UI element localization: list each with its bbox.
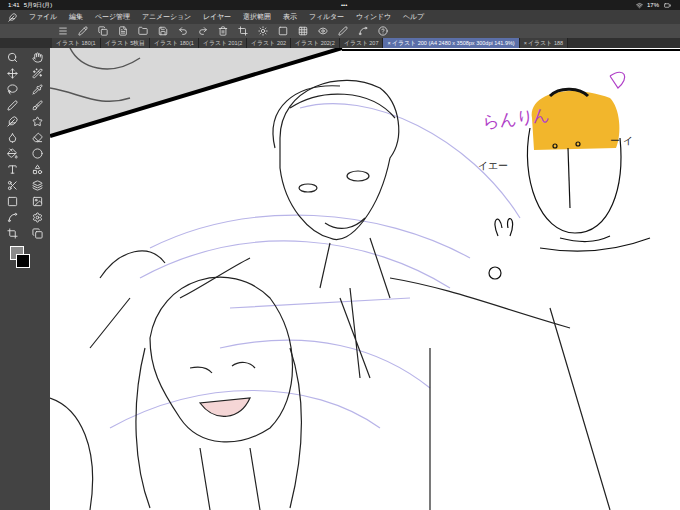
toolbar-icon[interactable]: [138, 26, 148, 36]
tool-icon[interactable]: [7, 68, 18, 79]
tool-icon[interactable]: [32, 116, 43, 127]
toolbar-icon[interactable]: [78, 26, 88, 36]
tool-icon[interactable]: [32, 196, 43, 207]
sub-color-swatch[interactable]: [16, 254, 30, 268]
canvas-annotation: イエー: [478, 161, 508, 171]
document-tab[interactable]: イラスト 201(2: [199, 38, 248, 48]
toolbar-icon[interactable]: [338, 26, 348, 36]
menu-bar: ファイル 編集 ページ管理 アニメーション レイヤー 選択範囲 表示 フィルター ウィンドウ ヘル…: [0, 10, 680, 24]
tool-icon[interactable]: [7, 180, 18, 191]
document-tab[interactable]: イラスト 202: [247, 38, 291, 48]
status-time: 1:41: [8, 2, 20, 8]
status-date: 5月9日(月): [24, 2, 53, 8]
menu-item[interactable]: 編集: [69, 12, 83, 22]
toolbar-icon[interactable]: [198, 26, 208, 36]
battery-icon: [663, 2, 672, 9]
wifi-icon: [636, 2, 643, 9]
toolbar-icon[interactable]: [298, 26, 308, 36]
toolbar-icon[interactable]: [278, 26, 288, 36]
toolbar-icon[interactable]: [378, 26, 388, 36]
tool-icon[interactable]: [32, 180, 43, 191]
canvas[interactable]: らんりんイエーー イ: [50, 48, 680, 510]
tool-icon[interactable]: [7, 212, 18, 223]
tool-icon[interactable]: [32, 132, 43, 143]
document-tab[interactable]: イラスト 180(1: [150, 38, 199, 48]
toolbar-icon[interactable]: [358, 26, 368, 36]
battery-level: 17%: [647, 2, 659, 8]
toolbar-icon[interactable]: [318, 26, 328, 36]
tool-icon[interactable]: [32, 100, 43, 111]
menu-item[interactable]: ウィンドウ: [356, 12, 391, 22]
document-tab[interactable]: イラスト 202(2: [291, 38, 340, 48]
status-dots[interactable]: •••: [341, 2, 347, 8]
toolbar-icon[interactable]: [218, 26, 228, 36]
app-window: 1:41 5月9日(月) ••• 17% ファイル 編集 ページ管理 アニメーション レイヤー 選…: [0, 0, 680, 510]
tool-icon[interactable]: [32, 164, 43, 175]
sketch-artwork-icon: [50, 48, 680, 510]
menu-item[interactable]: ファイル: [29, 12, 57, 22]
tool-icon[interactable]: [7, 132, 18, 143]
toolbar-icon[interactable]: [158, 26, 168, 36]
document-tab[interactable]: イラスト 207: [340, 38, 384, 48]
tool-icon[interactable]: [32, 68, 43, 79]
tool-icon[interactable]: [32, 52, 43, 63]
tool-icon[interactable]: [7, 148, 18, 159]
menu-item[interactable]: フィルター: [309, 12, 344, 22]
toolbar-icon[interactable]: [178, 26, 188, 36]
menu-item[interactable]: レイヤー: [203, 12, 231, 22]
document-tab[interactable]: イラスト 180(1: [52, 38, 101, 48]
toolbar-icon[interactable]: [58, 26, 68, 36]
canvas-annotation: ー イ: [610, 136, 633, 146]
document-tab[interactable]: × イラスト 200 (A4 2480 x 3508px 300dpi 141.…: [383, 38, 519, 48]
document-tab[interactable]: × イラスト 188: [520, 38, 568, 48]
status-bar: 1:41 5月9日(月) ••• 17%: [0, 0, 680, 10]
tab-bar: イラスト 180(1イラスト 5枚目イラスト 180(1イラスト 201(2イラ…: [0, 38, 680, 48]
menu-item[interactable]: ページ管理: [95, 12, 130, 22]
toolbar-icon[interactable]: [118, 26, 128, 36]
tool-icon[interactable]: [7, 52, 18, 63]
tool-icon[interactable]: [7, 228, 18, 239]
tool-panel: [0, 48, 50, 510]
toolbar-icon[interactable]: [238, 26, 248, 36]
toolbar-icon[interactable]: [98, 26, 108, 36]
menu-item[interactable]: 表示: [283, 12, 297, 22]
tool-icon[interactable]: [32, 212, 43, 223]
tool-icon[interactable]: [7, 84, 18, 95]
tool-icon[interactable]: [32, 84, 43, 95]
tool-icon[interactable]: [7, 196, 18, 207]
menu-item[interactable]: アニメーション: [142, 12, 191, 22]
menu-item[interactable]: 選択範囲: [243, 12, 271, 22]
tool-icon[interactable]: [32, 148, 43, 159]
app-logo-icon[interactable]: [8, 13, 17, 22]
tool-icon[interactable]: [7, 116, 18, 127]
tool-icon[interactable]: [32, 228, 43, 239]
document-tab[interactable]: イラスト 5枚目: [101, 38, 151, 48]
toolbar-icon[interactable]: [258, 26, 268, 36]
tool-icon[interactable]: [7, 164, 18, 175]
toolbar: [0, 24, 680, 38]
menu-item[interactable]: ヘルプ: [403, 12, 424, 22]
tool-icon[interactable]: [7, 100, 18, 111]
